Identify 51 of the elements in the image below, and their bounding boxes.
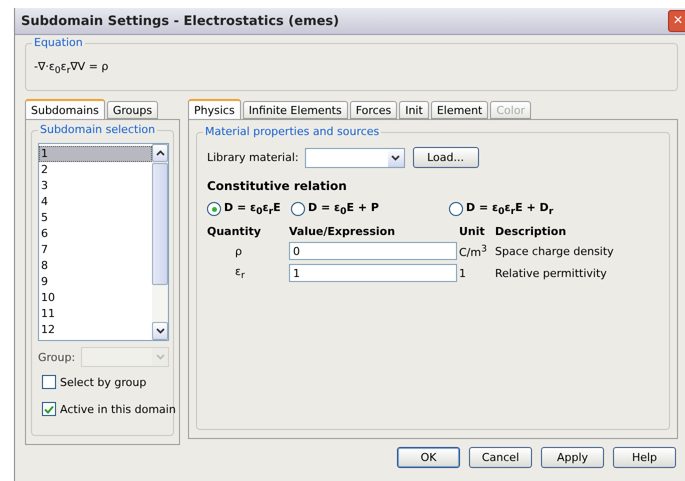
list-item[interactable]: 3 xyxy=(39,178,152,194)
list-item[interactable]: 12 xyxy=(39,322,152,338)
dialog-button[interactable]: Cancel xyxy=(469,447,532,468)
list-item[interactable]: 5 xyxy=(39,210,152,226)
list-item[interactable]: 10 xyxy=(39,290,152,306)
group-label: Group: xyxy=(38,350,76,364)
equation-text: -∇·ε$_{0}$ε$_{r}$∇V = ρ xyxy=(34,60,108,73)
column-header: Description xyxy=(495,225,566,238)
value-field[interactable]: 1 xyxy=(289,264,457,282)
checkbox-label: Active in this domain xyxy=(60,402,176,416)
section-heading: Constitutive relation xyxy=(207,179,347,194)
library-material-label: Library material: xyxy=(207,151,299,164)
list-item[interactable]: 4 xyxy=(39,194,152,210)
subdomain-list[interactable]: 1 2 3 4 5 6 7 8 9 10 11 12 xyxy=(38,143,169,342)
value-field[interactable]: 0 xyxy=(289,242,457,260)
quantity-symbol: ρ xyxy=(235,244,242,258)
tab[interactable]: Init xyxy=(399,101,429,120)
radio-label: D = ε$_{0}$ε$_{r}$E + D$_{r}$ xyxy=(466,201,554,218)
list-item[interactable]: 9 xyxy=(39,274,152,290)
list-item[interactable]: 2 xyxy=(39,162,152,178)
column-header: Quantity xyxy=(207,225,261,238)
group-title: Material properties and sources xyxy=(203,125,382,138)
unit-text: 1 xyxy=(459,266,466,280)
dialog-button[interactable]: Apply xyxy=(541,447,604,468)
radio-label: D = ε$_{0}$ε$_{r}$E xyxy=(224,201,281,218)
list-item[interactable]: 8 xyxy=(39,258,152,274)
group-title: Subdomain selection xyxy=(38,123,158,136)
description-text: Relative permittivity xyxy=(495,266,607,280)
description-text: Space charge density xyxy=(495,244,614,258)
group-title: Equation xyxy=(32,36,85,49)
list-item[interactable]: 1 xyxy=(39,146,152,162)
tab[interactable]: Infinite Elements xyxy=(242,101,348,120)
tab[interactable]: Element xyxy=(430,101,488,120)
column-header: Unit xyxy=(459,225,485,238)
tab[interactable]: Physics xyxy=(188,99,241,120)
load-button[interactable]: Load... xyxy=(412,147,479,168)
list-item[interactable]: 7 xyxy=(39,242,152,258)
tab[interactable]: Groups xyxy=(106,101,158,120)
list-item[interactable]: 11 xyxy=(39,306,152,322)
column-header: Value/Expression xyxy=(289,225,396,238)
close-button[interactable]: × xyxy=(668,10,685,32)
list-item[interactable]: 6 xyxy=(39,226,152,242)
unit-text: C/m$^{3}$ xyxy=(459,244,487,260)
tab[interactable]: Subdomains xyxy=(25,99,105,120)
tab[interactable]: Forces xyxy=(350,101,398,120)
quantity-symbol: ε$_{r}$ xyxy=(235,265,245,282)
radio-label: D = ε$_{0}$E + P xyxy=(308,201,379,218)
dialog-button[interactable]: Help xyxy=(613,447,676,468)
window-title: Subdomain Settings - Electrostatics (emes) xyxy=(21,14,340,28)
checkbox-label: Select by group xyxy=(60,376,146,389)
dialog-button[interactable]: OK xyxy=(397,447,460,468)
